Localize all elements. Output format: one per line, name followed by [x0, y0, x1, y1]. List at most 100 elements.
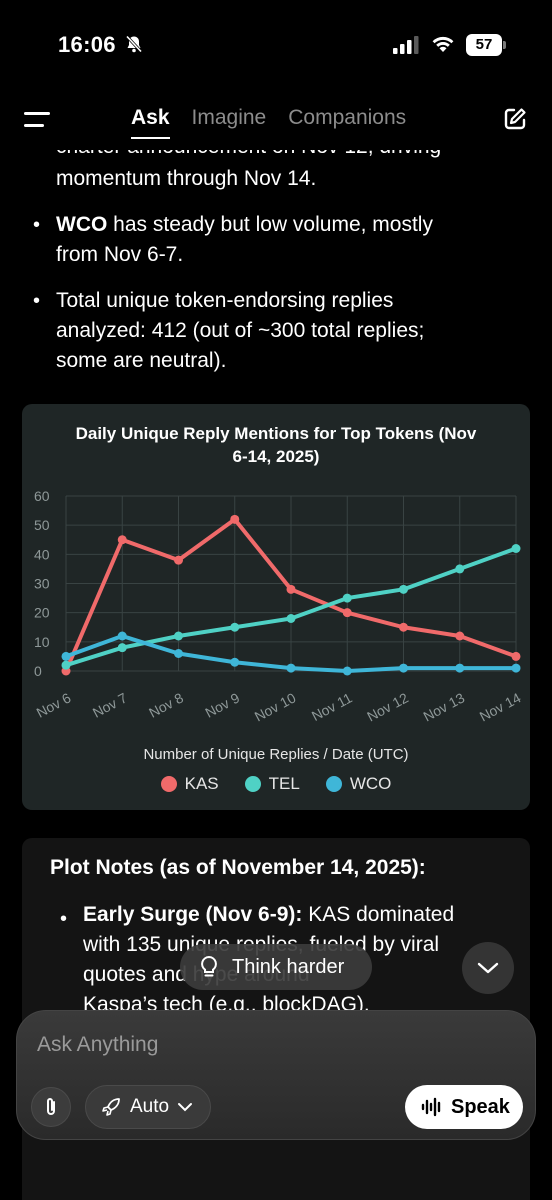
speak-button[interactable]: Speak — [405, 1085, 523, 1129]
bullet-line: WCO has steady but low volume, mostly — [56, 210, 526, 240]
scroll-down-button[interactable] — [462, 942, 514, 994]
data-point-tel — [511, 544, 521, 553]
x-tick-label: Nov 8 — [146, 689, 186, 720]
x-tick-label: Nov 6 — [34, 689, 74, 720]
bullet-line: Total unique token-endorsing replies — [56, 289, 394, 312]
legend-item-wco[interactable]: WCO — [325, 774, 392, 794]
y-tick-label: 40 — [34, 546, 50, 562]
bullet-line: analyzed: 412 (out of ~300 total replies… — [56, 319, 425, 342]
data-point-tel — [399, 584, 408, 594]
x-tick-label: Nov 9 — [202, 689, 242, 720]
data-point-kas — [117, 535, 127, 545]
battery-indicator: 57 — [466, 34, 506, 56]
legend-label: WCO — [349, 774, 392, 793]
legend-item-tel[interactable]: TEL — [244, 774, 300, 794]
data-point-wco — [174, 649, 183, 658]
data-point-tel — [286, 614, 296, 623]
y-tick-label: 50 — [34, 517, 50, 533]
notes-bold: Early Surge (Nov 6-9): — [83, 903, 303, 926]
y-tick-label: 10 — [34, 634, 50, 650]
bullet-line: from Nov 6-7. — [56, 243, 184, 266]
data-point-kas — [511, 651, 521, 661]
data-point-kas — [342, 608, 352, 618]
ask-input[interactable] — [37, 1029, 507, 1061]
chart-x-axis-label: Number of Unique Replies / Date (UTC) — [143, 746, 409, 763]
tab-bar: Ask Imagine Companions — [131, 106, 406, 139]
signal-icon — [393, 36, 419, 54]
battery-tip — [503, 41, 506, 49]
data-point-wco — [342, 666, 352, 676]
y-tick-label: 20 — [34, 605, 50, 621]
data-point-tel — [174, 631, 183, 641]
top-nav: Ask Imagine Companions — [0, 92, 552, 148]
bullet-dot: • — [60, 908, 68, 930]
bullet-bold: WCO — [56, 213, 108, 236]
data-point-kas — [174, 555, 183, 565]
legend-swatch — [244, 776, 261, 792]
data-point-tel — [455, 564, 465, 574]
x-tick-label: Nov 13 — [420, 689, 467, 724]
chart-legend: KAS TEL WCO — [22, 774, 530, 794]
speak-label: Speak — [451, 1095, 510, 1118]
lightbulb-icon — [201, 955, 217, 977]
data-point-kas — [286, 584, 296, 594]
think-harder-button[interactable]: Think harder — [180, 944, 372, 990]
notes-title: Plot Notes (as of November 14, 2025): — [50, 856, 426, 879]
think-harder-label: Think harder — [232, 955, 345, 978]
data-point-tel — [342, 593, 352, 603]
data-point-wco — [286, 663, 296, 673]
x-tick-label: Nov 12 — [364, 689, 411, 724]
data-point-kas — [399, 622, 408, 632]
waveform-icon — [421, 1097, 441, 1117]
edit-icon[interactable] — [502, 106, 528, 132]
status-bar: 16:06 57 — [0, 0, 552, 90]
notes-line: Early Surge (Nov 6-9): KAS dominated — [83, 900, 523, 930]
bullet-dot: • — [33, 214, 41, 236]
tab-imagine[interactable]: Imagine — [192, 106, 267, 130]
line-chart: 0 10 20 30 40 50 60 Nov 6 Nov 7 Nov 8 Nov 9 Nov 10 N… — [34, 488, 524, 724]
bullet-dot: • — [33, 290, 41, 312]
bell-slash-icon — [125, 35, 143, 53]
data-point-tel — [230, 622, 240, 632]
chevron-down-icon — [178, 1103, 193, 1112]
data-point-kas — [455, 631, 465, 641]
bullet-line: some are neutral). — [56, 349, 227, 372]
battery-level: 57 — [466, 34, 502, 56]
mode-label: Auto — [130, 1096, 170, 1117]
y-tick-label: 60 — [34, 488, 50, 504]
legend-swatch — [160, 776, 177, 792]
x-tick-label: Nov 14 — [477, 689, 524, 724]
data-point-tel — [117, 643, 127, 653]
legend-item-kas[interactable]: KAS — [160, 774, 219, 794]
message-line: momentum through Nov 14. — [56, 167, 317, 190]
bullet-text: has steady but low volume, mostly — [107, 213, 433, 236]
data-point-wco — [399, 663, 408, 673]
tab-ask[interactable]: Ask — [131, 106, 170, 139]
data-point-wco — [117, 631, 127, 641]
rocket-icon — [102, 1098, 120, 1116]
paperclip-icon — [47, 1098, 55, 1115]
x-tick-label: Nov 10 — [252, 689, 299, 724]
y-tick-label: 30 — [34, 576, 50, 592]
data-point-wco — [455, 663, 465, 673]
data-point-wco — [230, 657, 240, 667]
x-tick-label: Nov 11 — [309, 689, 355, 724]
notes-text: KAS dominated — [302, 903, 455, 926]
legend-label: KAS — [184, 774, 219, 793]
legend-label: TEL — [268, 774, 300, 793]
legend-swatch — [325, 776, 342, 792]
data-point-wco — [61, 651, 71, 661]
tab-companions[interactable]: Companions — [288, 106, 406, 130]
chart-card: Daily Unique Reply Mentions for Top Toke… — [22, 404, 530, 810]
y-tick-label: 0 — [34, 663, 42, 679]
wifi-icon — [432, 36, 454, 52]
attach-button[interactable] — [31, 1087, 71, 1127]
chevron-down-icon — [477, 962, 499, 974]
menu-icon[interactable] — [24, 110, 50, 130]
data-point-wco — [511, 663, 521, 673]
data-point-kas — [230, 514, 240, 524]
model-mode-select[interactable]: Auto — [85, 1085, 211, 1129]
data-point-tel — [61, 660, 71, 670]
x-tick-label: Nov 7 — [90, 689, 130, 720]
status-time: 16:06 — [58, 32, 116, 57]
